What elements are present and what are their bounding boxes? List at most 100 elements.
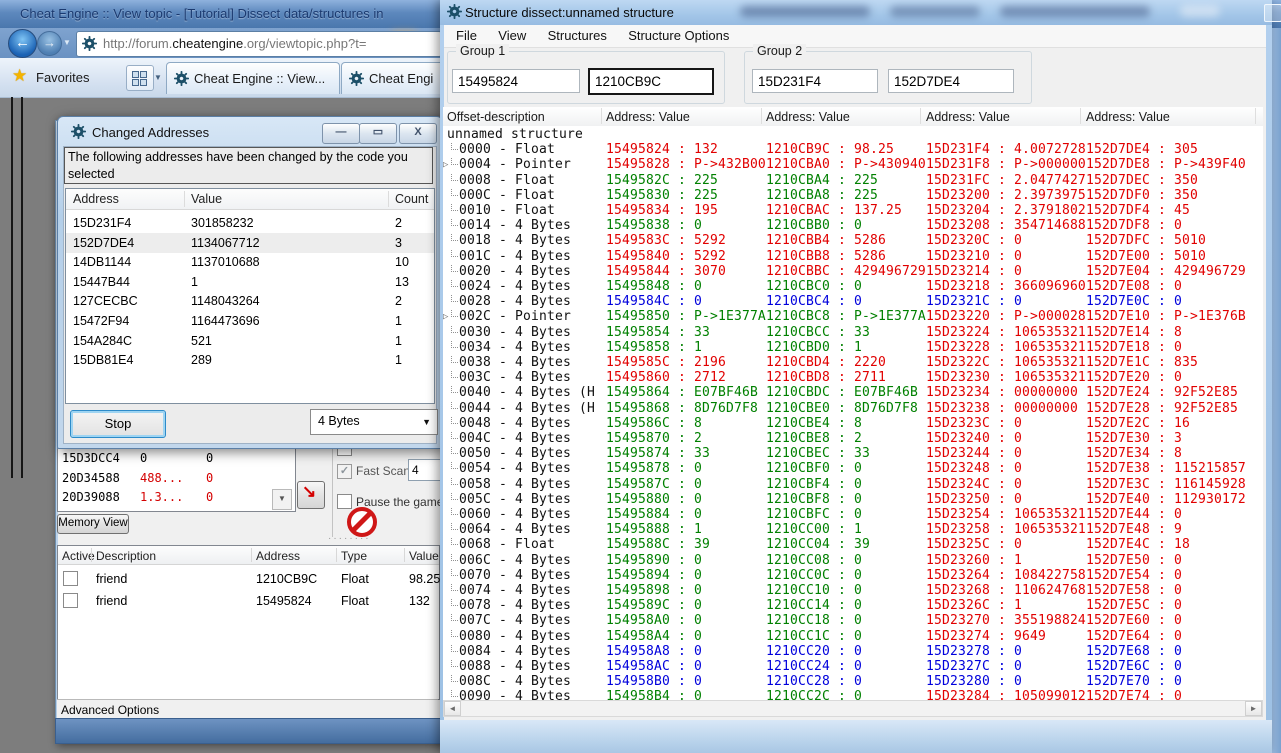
address-value-cell[interactable]: 1549585C : 2196: [606, 355, 766, 370]
close-button[interactable]: X: [399, 123, 437, 144]
column-address[interactable]: Address: [256, 549, 300, 563]
address-value-cell[interactable]: 1210CC28 : 0: [766, 674, 926, 689]
column-description[interactable]: Description: [96, 549, 156, 563]
group1-address-input-2[interactable]: [588, 68, 714, 95]
changed-address-row[interactable]: 15472F9411644736961: [66, 311, 434, 331]
address-value-cell[interactable]: 15D23284 : 105099012: [926, 689, 1086, 700]
dissect-row[interactable]: 0010 - Float15495834 : 1951210CBAC : 137…: [443, 203, 1263, 218]
address-value-cell[interactable]: 1210CBE8 : 2: [766, 431, 926, 446]
address-value-cell[interactable]: 1210CBEC : 33: [766, 446, 926, 461]
address-value-cell[interactable]: 15D23208 : 354714688: [926, 218, 1086, 233]
address-value-cell[interactable]: 152D7DEC : 350: [1086, 173, 1262, 188]
quick-tabs-button[interactable]: [126, 65, 154, 91]
browser-tab-2[interactable]: Cheat Engi: [341, 62, 453, 94]
menu-structure-options[interactable]: Structure Options: [619, 25, 738, 47]
scan-result-row[interactable]: 20D390881.3...0: [58, 488, 295, 507]
column-address-value-1[interactable]: Address: Value: [606, 110, 690, 124]
address-value-cell[interactable]: 154958B4 : 0: [606, 689, 766, 700]
dissect-row[interactable]: 0054 - 4 Bytes15495878 : 01210CBF0 : 015…: [443, 461, 1263, 476]
address-value-cell[interactable]: 152D7E24 : 92F52E85: [1086, 385, 1262, 400]
dissect-row[interactable]: 0088 - 4 Bytes154958AC : 01210CC24 : 015…: [443, 659, 1263, 674]
quick-tabs-dropdown-icon[interactable]: ▼: [154, 73, 162, 82]
column-address-value-2[interactable]: Address: Value: [766, 110, 850, 124]
address-value-cell[interactable]: 152D7E14 : 8: [1086, 325, 1262, 340]
address-value-cell[interactable]: 1210CBF4 : 0: [766, 477, 926, 492]
column-type[interactable]: Type: [341, 549, 367, 563]
address-value-cell[interactable]: 15495874 : 33: [606, 446, 766, 461]
dissect-titlebar[interactable]: Structure dissect:unnamed structure: [440, 0, 1272, 25]
dissect-row[interactable]: 0028 - 4 Bytes1549584C : 01210CBC4 : 015…: [443, 294, 1263, 309]
stop-button[interactable]: Stop: [70, 410, 166, 438]
address-list-row[interactable]: friend1210CB9CFloat98.25: [58, 568, 439, 589]
address-value-cell[interactable]: 1210CC08 : 0: [766, 553, 926, 568]
address-value-cell[interactable]: 15495868 : 8D76D7F8: [606, 401, 766, 416]
address-value-cell[interactable]: 1210CBD8 : 2711: [766, 370, 926, 385]
address-value-cell[interactable]: 154958A0 : 0: [606, 613, 766, 628]
column-count[interactable]: Count: [395, 192, 428, 206]
address-value-cell[interactable]: 1210CBE4 : 8: [766, 416, 926, 431]
address-value-cell[interactable]: 15495830 : 225: [606, 188, 766, 203]
changed-address-row[interactable]: 127CECBC11480432642: [66, 291, 434, 311]
menu-structures[interactable]: Structures: [539, 25, 616, 47]
scan-result-row[interactable]: 20D34588488...0: [58, 469, 295, 488]
changed-address-row[interactable]: 15D231F43018582322: [66, 213, 434, 233]
column-value[interactable]: Value: [191, 192, 222, 206]
address-value-cell[interactable]: 15D23234 : 00000000: [926, 385, 1086, 400]
group1-address-input-1[interactable]: [452, 69, 580, 93]
address-value-cell[interactable]: 15495880 : 0: [606, 492, 766, 507]
address-value-cell[interactable]: 154958A4 : 0: [606, 629, 766, 644]
dissect-row[interactable]: 0084 - 4 Bytes154958A8 : 01210CC20 : 015…: [443, 644, 1263, 659]
dissect-row[interactable]: 0000 - Float15495824 : 1321210CB9C : 98.…: [443, 142, 1263, 157]
address-value-cell[interactable]: 15495860 : 2712: [606, 370, 766, 385]
address-value-cell[interactable]: 15D231F8 : P->000000: [926, 157, 1086, 172]
changed-addresses-list[interactable]: Address Value Count 15D231F4301858232215…: [65, 188, 435, 404]
dissect-row[interactable]: 0020 - 4 Bytes15495844 : 30701210CBBC : …: [443, 264, 1263, 279]
address-value-cell[interactable]: 15D23204 : 2.3791802: [926, 203, 1086, 218]
active-checkbox[interactable]: [63, 593, 78, 608]
address-value-cell[interactable]: 1210CBCC : 33: [766, 325, 926, 340]
maximize-button[interactable]: ▭: [359, 123, 397, 144]
dissect-root-row[interactable]: unnamed structure: [443, 127, 1263, 142]
memory-view-button[interactable]: Memory View: [57, 514, 129, 534]
address-value-cell[interactable]: 1210CC04 : 39: [766, 537, 926, 552]
dissect-row[interactable]: 0074 - 4 Bytes15495898 : 01210CC10 : 015…: [443, 583, 1263, 598]
address-value-cell[interactable]: 152D7E20 : 0: [1086, 370, 1262, 385]
browser-tab-1[interactable]: Cheat Engine :: View...: [166, 62, 340, 94]
address-value-cell[interactable]: 15495878 : 0: [606, 461, 766, 476]
address-value-cell[interactable]: 15D231F4 : 4.0072728: [926, 142, 1086, 157]
address-value-cell[interactable]: 152D7E3C : 116145928: [1086, 477, 1262, 492]
dissect-row[interactable]: 0034 - 4 Bytes15495858 : 11210CBD0 : 115…: [443, 340, 1263, 355]
address-value-cell[interactable]: 152D7E48 : 9: [1086, 522, 1262, 537]
column-address-value-3[interactable]: Address: Value: [926, 110, 1010, 124]
dissect-row[interactable]: ▷0004 - Pointer15495828 : P->432B001210C…: [443, 157, 1263, 172]
address-value-cell[interactable]: 15D23260 : 1: [926, 553, 1086, 568]
address-value-cell[interactable]: 152D7E04 : 429496729: [1086, 264, 1262, 279]
address-value-cell[interactable]: 1210CBFC : 0: [766, 507, 926, 522]
address-value-cell[interactable]: 15D23270 : 355198824: [926, 613, 1086, 628]
address-value-cell[interactable]: 15495848 : 0: [606, 279, 766, 294]
address-value-cell[interactable]: 1210CBAC : 137.25: [766, 203, 926, 218]
address-value-cell[interactable]: 1210CBB8 : 5286: [766, 249, 926, 264]
address-value-cell[interactable]: 15495884 : 0: [606, 507, 766, 522]
recent-pages-icon[interactable]: ▼: [63, 38, 71, 47]
address-value-cell[interactable]: 15D23258 : 106535321: [926, 522, 1086, 537]
address-value-cell[interactable]: 15D23220 : P->000028: [926, 309, 1086, 324]
address-value-cell[interactable]: 15D23254 : 106535321: [926, 507, 1086, 522]
fast-scan-checkbox[interactable]: ✓: [337, 464, 352, 479]
address-value-cell[interactable]: 152D7DE4 : 305: [1086, 142, 1262, 157]
dissect-row[interactable]: 003C - 4 Bytes15495860 : 27121210CBD8 : …: [443, 370, 1263, 385]
address-value-cell[interactable]: 1210CBF0 : 0: [766, 461, 926, 476]
address-value-cell[interactable]: 152D7E10 : P->1E376B: [1086, 309, 1262, 324]
dissect-row[interactable]: 0058 - 4 Bytes1549587C : 01210CBF4 : 015…: [443, 477, 1263, 492]
address-value-cell[interactable]: 15495888 : 1: [606, 522, 766, 537]
address-value-cell[interactable]: 1210CBA4 : 225: [766, 173, 926, 188]
address-value-cell[interactable]: 152D7E64 : 0: [1086, 629, 1262, 644]
address-value-cell[interactable]: 152D7E44 : 0: [1086, 507, 1262, 522]
pause-game-checkbox[interactable]: [337, 494, 352, 509]
address-value-cell[interactable]: 1210CC00 : 1: [766, 522, 926, 537]
dissect-row[interactable]: 0090 - 4 Bytes154958B4 : 01210CC2C : 015…: [443, 689, 1263, 700]
address-value-cell[interactable]: 1549586C : 8: [606, 416, 766, 431]
address-value-cell[interactable]: 152D7DF8 : 0: [1086, 218, 1262, 233]
splitter-grip[interactable]: ········: [328, 533, 371, 544]
address-value-cell[interactable]: 1210CC2C : 0: [766, 689, 926, 700]
